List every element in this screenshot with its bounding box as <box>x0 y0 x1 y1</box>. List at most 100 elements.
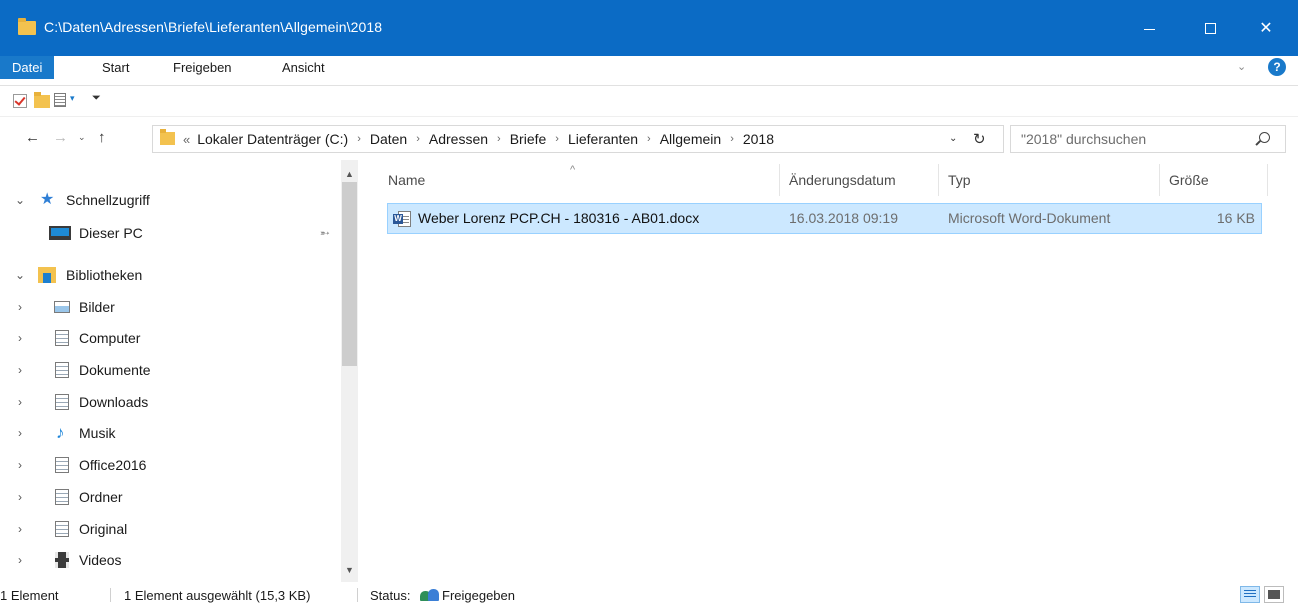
nav-scrollbar[interactable]: ▲ ▼ <box>341 160 358 582</box>
nav-item-label: Dieser PC <box>79 225 143 241</box>
breadcrumb-separator[interactable]: › <box>407 133 429 145</box>
breadcrumb-item[interactable]: Adressen <box>429 131 488 147</box>
nav-item-label: Ordner <box>79 489 123 505</box>
nav-item-schnellzugriff[interactable]: ⌄ ★ Schnellzugriff <box>0 186 340 214</box>
forward-button[interactable]: → <box>53 129 68 146</box>
column-header-date[interactable]: Änderungsdatum <box>789 160 896 196</box>
breadcrumb-item[interactable]: Allgemein <box>660 131 721 147</box>
nav-item-computer[interactable]: › Computer <box>0 324 340 352</box>
address-bar[interactable]: « Lokaler Datenträger (C:) › Daten › Adr… <box>152 125 1004 153</box>
chevron-right-icon[interactable]: › <box>13 300 27 314</box>
nav-item-bibliotheken[interactable]: ⌄ Bibliotheken <box>0 261 340 289</box>
up-button[interactable]: ↑ <box>98 129 106 146</box>
tab-datei[interactable]: Datei <box>0 56 55 79</box>
new-folder-icon[interactable] <box>34 92 50 108</box>
document-library-icon <box>55 394 69 410</box>
word-document-icon: W <box>393 211 412 227</box>
properties-check-icon[interactable] <box>13 94 27 108</box>
document-library-icon <box>55 330 69 346</box>
nav-item-musik[interactable]: › ♪ Musik <box>0 419 340 447</box>
nav-item-label: Bibliotheken <box>66 267 143 283</box>
details-view-button[interactable] <box>1240 586 1260 603</box>
column-divider[interactable] <box>779 164 780 196</box>
chevron-down-icon[interactable]: ▾ <box>70 93 75 104</box>
title-bar: C:\Daten\Adressen\Briefe\Lieferanten\All… <box>0 0 1298 56</box>
search-icon[interactable] <box>1259 132 1270 143</box>
breadcrumb-item[interactable]: Lieferanten <box>568 131 638 147</box>
breadcrumb-item[interactable]: Briefe <box>510 131 547 147</box>
chevron-right-icon[interactable]: › <box>13 458 27 472</box>
minimize-icon <box>1143 28 1155 30</box>
nav-item-original[interactable]: › Original <box>0 515 340 543</box>
column-header-type[interactable]: Typ <box>948 160 971 196</box>
tab-freigeben[interactable]: Freigeben <box>162 56 243 79</box>
chevron-right-icon[interactable]: › <box>13 331 27 345</box>
nav-item-downloads[interactable]: › Downloads <box>0 388 340 416</box>
tab-start[interactable]: Start <box>91 56 140 79</box>
item-count: 1 Element <box>0 588 59 603</box>
breadcrumb-overflow[interactable]: « <box>183 132 197 147</box>
breadcrumb-item[interactable]: 2018 <box>743 131 774 147</box>
breadcrumb-separator[interactable]: › <box>638 133 660 145</box>
tab-ansicht[interactable]: Ansicht <box>271 56 336 79</box>
close-button[interactable]: ✕ <box>1243 0 1289 56</box>
chevron-right-icon[interactable]: › <box>13 490 27 504</box>
column-divider[interactable] <box>938 164 939 196</box>
nav-item-videos[interactable]: › Videos <box>0 546 340 574</box>
pin-icon[interactable]: ➶ <box>317 224 334 241</box>
maximize-button[interactable] <box>1187 0 1233 56</box>
column-header-size[interactable]: Größe <box>1169 160 1209 196</box>
scroll-up-icon[interactable]: ▲ <box>341 166 358 183</box>
nav-item-label: Office2016 <box>79 457 147 473</box>
music-icon: ♪ <box>56 423 65 442</box>
chevron-right-icon[interactable]: › <box>13 363 27 377</box>
large-icons-view-button[interactable] <box>1264 586 1284 603</box>
chevron-right-icon[interactable]: › <box>13 522 27 536</box>
chevron-down-icon[interactable]: ⌄ <box>13 268 27 282</box>
breadcrumb-item[interactable]: Daten <box>370 131 407 147</box>
nav-item-dokumente[interactable]: › Dokumente <box>0 356 340 384</box>
breadcrumb-separator[interactable]: › <box>546 133 568 145</box>
customize-toolbar-icon[interactable]: ⏷ <box>92 92 101 105</box>
chevron-down-icon[interactable]: ⌄ <box>13 193 27 207</box>
nav-item-dieser-pc[interactable]: Dieser PC ➶ <box>0 219 340 247</box>
search-placeholder: "2018" durchsuchen <box>1021 131 1147 147</box>
back-button[interactable]: ← <box>25 129 40 146</box>
chevron-right-icon[interactable]: › <box>13 395 27 409</box>
chevron-right-icon[interactable]: › <box>13 426 27 440</box>
column-divider[interactable] <box>1159 164 1160 196</box>
breadcrumb-separator[interactable]: › <box>348 133 370 145</box>
minimize-button[interactable] <box>1126 0 1172 56</box>
nav-item-ordner[interactable]: › Ordner <box>0 483 340 511</box>
column-divider[interactable] <box>1267 164 1268 196</box>
status-label: Status: <box>370 588 411 603</box>
library-icon <box>38 267 56 283</box>
refresh-icon[interactable]: ↻ <box>973 130 986 148</box>
nav-item-label: Computer <box>79 330 141 346</box>
selection-info: 1 Element ausgewählt (15,3 KB) <box>124 588 311 603</box>
nav-item-office2016[interactable]: › Office2016 <box>0 451 340 479</box>
window-title: C:\Daten\Adressen\Briefe\Lieferanten\All… <box>44 19 383 35</box>
breadcrumb-item[interactable]: Lokaler Datenträger (C:) <box>197 131 348 147</box>
nav-item-bilder[interactable]: › Bilder <box>0 293 340 321</box>
document-library-icon <box>55 489 69 505</box>
address-dropdown-icon[interactable]: ⌄ <box>949 133 957 144</box>
file-row[interactable]: W Weber Lorenz PCP.CH - 180316 - AB01.do… <box>387 203 1262 234</box>
nav-item-label: Original <box>79 521 128 537</box>
column-header-name[interactable]: Name <box>388 160 425 196</box>
breadcrumb-separator[interactable]: › <box>721 133 743 145</box>
search-input[interactable]: "2018" durchsuchen <box>1010 125 1286 153</box>
chevron-right-icon[interactable]: › <box>13 553 27 567</box>
breadcrumb-separator[interactable]: › <box>488 133 510 145</box>
nav-item-label: Downloads <box>79 394 149 410</box>
scroll-down-icon[interactable]: ▼ <box>341 562 358 579</box>
recent-locations-button[interactable]: ⌄ <box>78 132 86 143</box>
expand-ribbon-icon[interactable]: ⌄ <box>1237 60 1246 73</box>
help-icon[interactable]: ? <box>1268 58 1286 76</box>
nav-item-label: Schnellzugriff <box>66 192 150 208</box>
documents-icon <box>55 362 69 378</box>
document-library-icon <box>55 457 69 473</box>
view-properties-icon[interactable] <box>54 93 66 107</box>
folder-icon <box>160 129 175 145</box>
scroll-thumb[interactable] <box>342 182 357 366</box>
